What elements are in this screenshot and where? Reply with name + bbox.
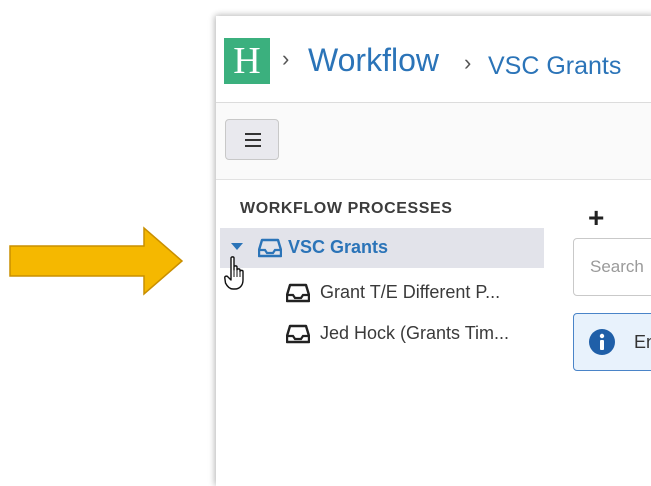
caret-down-icon[interactable]: [231, 243, 243, 251]
menu-toggle-button[interactable]: [225, 119, 279, 160]
tree-item-label: VSC Grants: [288, 237, 389, 257]
search-placeholder: Search: [590, 257, 644, 276]
app-header: H › Workflow › VSC Grants: [216, 16, 651, 103]
breadcrumb-separator-icon: ›: [282, 46, 290, 71]
app-logo[interactable]: H: [224, 38, 270, 84]
callout-arrow-icon: [9, 226, 184, 296]
info-icon: [589, 329, 615, 355]
tree-item-label: Jed Hock (Grants Tim...: [320, 323, 510, 343]
add-button[interactable]: +: [588, 204, 604, 232]
hand-cursor-icon: [224, 256, 244, 290]
breadcrumb-vsc-grants[interactable]: VSC Grants: [488, 52, 621, 81]
inbox-icon: [286, 324, 310, 344]
tree-item-label: Grant T/E Different P...: [320, 282, 501, 302]
hamburger-icon: [245, 133, 261, 135]
breadcrumb-workflow-link[interactable]: Workflow: [308, 42, 439, 79]
breadcrumb-separator-icon: ›: [464, 50, 472, 75]
info-alert: En: [573, 313, 651, 371]
tree-item-vsc-grants[interactable]: VSC Grants: [220, 228, 544, 268]
app-window: H › Workflow › VSC Grants WORKFLOW PROCE…: [216, 16, 651, 486]
search-input[interactable]: Search: [573, 238, 651, 296]
tree-item-grant-te[interactable]: Grant T/E Different P...: [286, 278, 546, 308]
info-alert-text: En: [634, 332, 651, 352]
hamburger-icon-bar: [245, 139, 261, 141]
hamburger-icon-bar: [245, 145, 261, 147]
inbox-icon: [286, 283, 310, 303]
inbox-icon: [258, 238, 282, 258]
section-title: WORKFLOW PROCESSES: [240, 200, 453, 217]
tree-item-jed-hock[interactable]: Jed Hock (Grants Tim...: [286, 319, 546, 349]
toolbar: [216, 103, 651, 180]
